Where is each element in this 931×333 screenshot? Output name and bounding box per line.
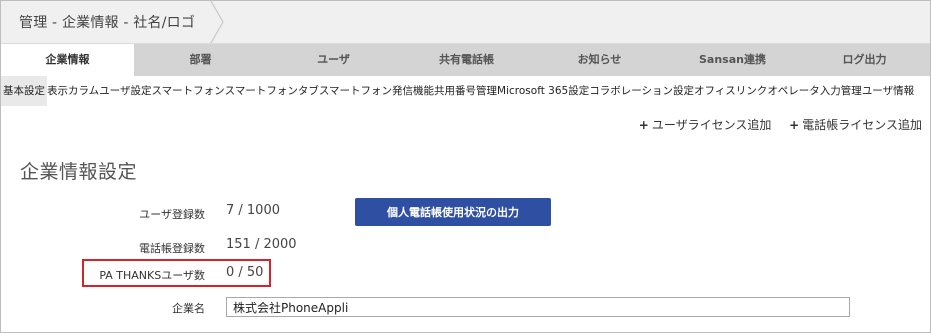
tab-company-info[interactable]: 企業情報 [1,44,134,76]
export-phonebook-usage-button[interactable]: 個人電話帳使用状況の出力 [355,198,551,226]
breadcrumb: 管理 - 企業情報 - 社名/ロゴ [19,15,196,31]
add-phonebook-license-link[interactable]: + 電話帳ライセンス追加 [789,118,922,132]
subnav-operator-input[interactable]: オペレータ入力管理 [767,76,862,106]
subnav-smartphone-call[interactable]: スマートフォン発信機能 [319,76,434,106]
tab-shared-phonebook[interactable]: 共有電話帳 [400,44,533,76]
license-actions: + ユーザライセンス追加 + 電話帳ライセンス追加 [625,116,922,133]
subnav-basic-settings[interactable]: 基本設定 [1,76,47,106]
subnav-display-columns[interactable]: 表示カラム [47,76,99,106]
phonebook-count-value: 151 / 2000 [226,237,297,252]
plus-icon: + [789,118,800,132]
subnav-user-info[interactable]: ユーザ情報 [862,76,914,106]
subnav-collaboration[interactable]: コラボレーション設定 [589,76,694,106]
subnav-shared-number[interactable]: 共用番号管理 [434,76,497,106]
tab-users[interactable]: ユーザ [267,44,400,76]
breadcrumb-chevron-icon [210,1,224,43]
user-count-value: 7 / 1000 [226,203,280,218]
add-user-license-link[interactable]: + ユーザライセンス追加 [639,118,772,132]
subnav-office-link[interactable]: オフィスリンク [694,76,767,106]
add-phonebook-license-label: 電話帳ライセンス追加 [802,118,922,132]
pa-thanks-value: 0 / 50 [226,265,264,280]
breadcrumb-bar: 管理 - 企業情報 - 社名/ロゴ [1,1,930,44]
section-title: 企業情報設定 [20,161,138,183]
subnav-tab[interactable]: タブ [298,76,319,106]
subnav-smartphone-1[interactable]: スマートフォン [151,76,224,106]
company-name-input[interactable] [226,297,850,317]
user-count-label: ユーザ登録数 [139,208,205,221]
main-tabbar: 企業情報 部署 ユーザ 共有電話帳 お知らせ Sansan連携 ログ出力 [1,44,930,76]
tab-log-export[interactable]: ログ出力 [799,44,930,76]
app-window: 管理 - 企業情報 - 社名/ロゴ 企業情報 部署 ユーザ 共有電話帳 お知らせ… [0,0,931,333]
phonebook-count-label: 電話帳登録数 [139,242,205,255]
tab-departments[interactable]: 部署 [134,44,267,76]
pa-thanks-label: PA THANKSユーザ数 [99,269,205,282]
settings-subnav: 基本設定 表示カラムユーザ設定スマートフォンスマートフォンタブスマートフォン発信機… [1,76,930,106]
plus-icon: + [638,118,649,132]
company-name-label: 企業名 [172,302,205,315]
subnav-smartphone-2[interactable]: スマートフォン [225,76,298,106]
subnav-microsoft-365[interactable]: Microsoft 365設定 [497,76,589,106]
tab-sansan[interactable]: Sansan連携 [666,44,799,76]
subnav-user-settings[interactable]: ユーザ設定 [99,76,151,106]
add-user-license-label: ユーザライセンス追加 [651,118,772,132]
tab-announcements[interactable]: お知らせ [533,44,666,76]
